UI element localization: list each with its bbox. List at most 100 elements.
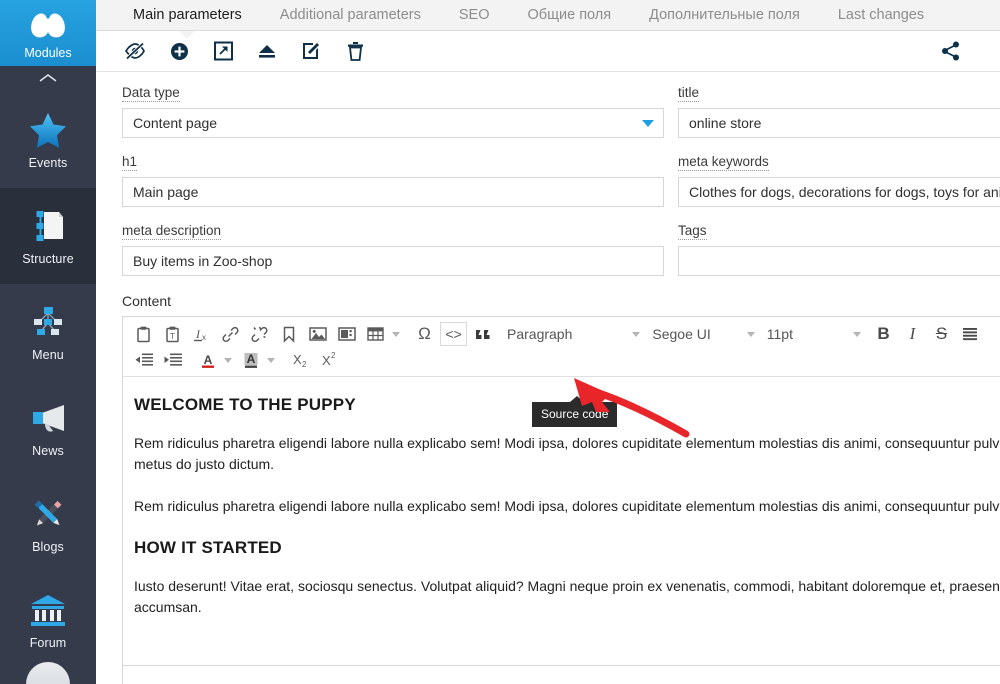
eject-icon[interactable] [250, 36, 284, 66]
paste-as-text-icon[interactable]: T [159, 322, 186, 346]
chevron-down-icon[interactable] [224, 358, 232, 363]
sitemap-icon [28, 303, 68, 341]
structure-icon [28, 207, 68, 245]
field-meta-description: meta description Buy items in Zoo-shop [122, 222, 664, 276]
sidebar-item-menu[interactable]: Menu [0, 284, 96, 380]
tab-main-parameters[interactable]: Main parameters [114, 0, 261, 31]
tags-input[interactable] [678, 246, 1000, 276]
content-label: Content [122, 293, 1000, 309]
background-color-icon[interactable]: A [237, 348, 264, 372]
sidebar-item-label: News [32, 444, 64, 458]
field-value: Clothes for dogs, decorations for dogs, … [689, 184, 1000, 200]
svg-text:A: A [203, 353, 212, 367]
text-color-icon[interactable]: A [194, 348, 221, 372]
svg-text:I: I [195, 327, 201, 341]
indent-icon[interactable] [159, 348, 186, 372]
svg-text:2: 2 [302, 360, 307, 369]
pencil-pen-icon [28, 495, 68, 533]
h1-input[interactable]: Main page [122, 177, 664, 207]
strikethrough-button[interactable]: S [928, 322, 955, 346]
field-title: title online store [678, 84, 1000, 138]
trash-icon[interactable] [338, 36, 372, 66]
blockquote-icon[interactable] [469, 322, 496, 346]
main-panel: Main parameters Additional parameters SE… [96, 0, 1000, 684]
italic-button[interactable]: I [899, 322, 926, 346]
tab-common-fields[interactable]: Общие поля [508, 0, 630, 31]
outdent-icon[interactable] [130, 348, 157, 372]
tab-additional-fields[interactable]: Дополнительные поля [630, 0, 819, 31]
open-in-window-icon[interactable] [206, 36, 240, 66]
eye-slash-icon[interactable] [118, 36, 152, 66]
field-value: Main page [133, 184, 198, 200]
font-size-value: 11pt [767, 326, 793, 342]
media-video-icon[interactable] [333, 322, 360, 346]
field-meta-keywords: meta keywords Clothes for dogs, decorati… [678, 153, 1000, 207]
editor-statusbar [123, 665, 1000, 684]
sidebar-item-label: Structure [22, 252, 74, 266]
format-select-value: Paragraph [507, 326, 572, 342]
megaphone-icon [28, 399, 68, 437]
subscript-icon[interactable]: X2 [286, 348, 313, 372]
content-block: Content T Ix [96, 291, 1000, 684]
form-column-right: title online store meta keywords Clothes… [678, 84, 1000, 291]
title-input[interactable]: online store [678, 108, 1000, 138]
editor-toolbar-row-2: A A X2 X2 [129, 347, 995, 373]
sidebar-collapse-toggle[interactable] [0, 66, 96, 92]
field-label: title [678, 85, 699, 102]
edit-square-icon[interactable] [294, 36, 328, 66]
clear-formatting-icon[interactable]: Ix [188, 322, 215, 346]
field-label: Tags [678, 223, 707, 240]
field-value: Buy items in Zoo-shop [133, 253, 272, 269]
sidebar-item-forum[interactable]: Forum [0, 572, 96, 668]
chevron-up-icon [39, 70, 57, 88]
tab-seo[interactable]: SEO [440, 0, 509, 31]
special-character-icon[interactable]: Ω [411, 322, 438, 346]
bold-button[interactable]: B [870, 322, 897, 346]
field-label: Data type [122, 85, 180, 102]
chevron-down-icon [632, 332, 640, 337]
svg-text:x: x [202, 333, 206, 342]
sidebar-brand-modules[interactable]: Modules [0, 0, 96, 66]
sidebar-brand-label: Modules [24, 46, 71, 60]
superscript-icon[interactable]: X2 [315, 348, 342, 372]
source-code-icon[interactable]: <> [440, 322, 467, 346]
tab-last-changes[interactable]: Last changes [819, 0, 943, 31]
sidebar-item-blogs[interactable]: Blogs [0, 476, 96, 572]
link-icon[interactable] [217, 322, 244, 346]
content-paragraph-1: Rem ridiculus pharetra eligendi labore n… [134, 433, 1000, 475]
sidebar-item-events[interactable]: Events [0, 92, 96, 188]
tab-additional-parameters[interactable]: Additional parameters [261, 0, 440, 31]
chevron-down-icon [747, 332, 755, 337]
chevron-down-icon[interactable] [267, 358, 275, 363]
image-icon[interactable] [304, 322, 331, 346]
plus-circle-icon[interactable] [162, 36, 196, 66]
format-select[interactable]: Paragraph [503, 322, 648, 346]
star-icon [28, 111, 68, 149]
sidebar-item-news[interactable]: News [0, 380, 96, 476]
meta-keywords-input[interactable]: Clothes for dogs, decorations for dogs, … [678, 177, 1000, 207]
font-family-select[interactable]: Segoe UI [648, 322, 762, 346]
editor-toolbar: T Ix [123, 317, 1000, 377]
sidebar-item-label: Menu [32, 348, 64, 362]
field-label: meta keywords [678, 154, 769, 171]
data-type-select[interactable]: Content page [122, 108, 664, 138]
paste-icon[interactable] [130, 322, 157, 346]
field-data-type: Data type Content page [122, 84, 664, 138]
unlink-icon[interactable] [246, 322, 273, 346]
butterfly-icon [28, 10, 68, 45]
sidebar-item-label: Forum [30, 636, 67, 650]
align-justify-icon[interactable] [957, 322, 984, 346]
sidebar: Modules Events [0, 0, 96, 684]
field-label: h1 [122, 154, 137, 171]
anchor-bookmark-icon[interactable] [275, 322, 302, 346]
chevron-down-icon[interactable] [392, 332, 400, 337]
meta-description-input[interactable]: Buy items in Zoo-shop [122, 246, 664, 276]
font-size-select[interactable]: 11pt [763, 322, 869, 346]
sidebar-item-structure[interactable]: Structure [0, 188, 96, 284]
share-icon[interactable] [934, 36, 968, 66]
svg-text:X: X [322, 353, 331, 368]
form-area: Data type Content page h1 Main page m [96, 72, 1000, 684]
content-paragraph-3: Iusto deserunt! Vitae erat, sociosqu sen… [134, 576, 1000, 618]
table-icon[interactable] [362, 322, 389, 346]
field-tags: Tags [678, 222, 1000, 276]
